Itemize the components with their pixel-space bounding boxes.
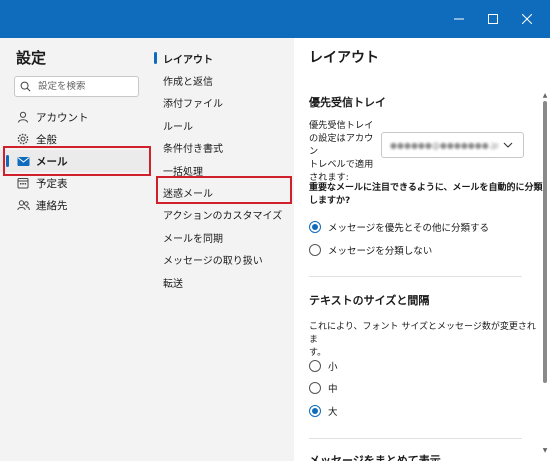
- search-icon: [20, 79, 36, 95]
- nav-item-label: 全般: [36, 133, 57, 146]
- radio-button[interactable]: [309, 244, 321, 256]
- radio-size-medium[interactable]: 中: [309, 380, 338, 396]
- maximize-icon: [488, 14, 498, 24]
- menu-item-sweep[interactable]: 一括処理: [150, 159, 294, 181]
- menu-item-attachments[interactable]: 添付ファイル: [150, 92, 294, 114]
- gear-icon: [16, 132, 30, 146]
- minimize-icon: [454, 18, 464, 20]
- question-line: 重要なメールに注目できるように、メールを自動的に分類: [309, 183, 543, 193]
- menu-item-junk-email[interactable]: 迷惑メール: [150, 181, 294, 203]
- person-icon: [16, 110, 30, 124]
- menu-item-message-handling[interactable]: メッセージの取り扱い: [150, 249, 294, 271]
- description-line: す。: [309, 348, 327, 358]
- account-label-line: トレベルで適用: [309, 159, 374, 170]
- account-value: ●●●●●●@●●●●●●●.jp: [390, 140, 498, 150]
- account-dropdown[interactable]: ●●●●●●@●●●●●●●.jp: [381, 132, 524, 158]
- mail-icon: [16, 154, 30, 168]
- nav-item-label: メール: [36, 155, 68, 168]
- title-bar: [0, 0, 550, 38]
- account-label-line: の設定はアカウン: [309, 133, 374, 157]
- nav-item-contacts[interactable]: 連絡先: [0, 194, 150, 216]
- people-icon: [16, 198, 30, 212]
- menu-item-compose-reply[interactable]: 作成と返信: [150, 69, 294, 91]
- maximize-button[interactable]: [476, 0, 510, 38]
- search-input[interactable]: [36, 81, 133, 92]
- nav-item-label: 予定表: [36, 177, 68, 190]
- radio-button[interactable]: [309, 382, 321, 394]
- radio-size-large[interactable]: 大: [309, 403, 338, 419]
- radio-button-checked[interactable]: [309, 405, 321, 417]
- nav-item-calendar[interactable]: 予定表: [0, 172, 150, 194]
- pane-scrollbar[interactable]: ▲ ▼: [541, 93, 549, 454]
- scroll-down-icon[interactable]: ▼: [541, 448, 549, 454]
- section-divider: [309, 438, 522, 439]
- text-size-title: テキストのサイズと間隔: [309, 294, 430, 307]
- minimize-button[interactable]: [442, 0, 476, 38]
- nav-item-mail[interactable]: メール: [0, 150, 150, 172]
- radio-size-small[interactable]: 小: [309, 358, 338, 374]
- mail-settings-menu: レイアウト 作成と返信 添付ファイル ルール 条件付き書式 一括処理 迷惑メール…: [150, 38, 294, 461]
- layout-settings-pane: レイアウト ▲ ▼ 優先受信トレイ 優先受信トレイ の設定はアカウン トレベルで…: [294, 38, 550, 461]
- scroll-up-icon[interactable]: ▲: [541, 93, 549, 99]
- account-label-line: 優先受信トレイ: [309, 120, 374, 131]
- account-setting-label: 優先受信トレイ の設定はアカウン トレベルで適用 されます:: [309, 119, 379, 184]
- calendar-icon: [16, 176, 30, 190]
- focused-inbox-title: 優先受信トレイ: [309, 96, 386, 109]
- settings-title: 設定: [16, 49, 47, 67]
- nav-item-label: アカウント: [36, 111, 89, 124]
- radio-do-not-sort[interactable]: メッセージを分類しない: [309, 242, 432, 258]
- settings-sidebar: 設定 アカウント 全般 メール 予定: [0, 38, 150, 461]
- description-line: これにより、フォント サイズとメッセージ数が変更されま: [309, 322, 536, 345]
- nav-item-general[interactable]: 全般: [0, 128, 150, 150]
- pane-title: レイアウト: [309, 50, 379, 66]
- radio-button-checked[interactable]: [309, 221, 321, 233]
- nav-item-label: 連絡先: [36, 199, 68, 212]
- menu-item-conditional-formatting[interactable]: 条件付き書式: [150, 137, 294, 159]
- menu-item-forwarding[interactable]: 転送: [150, 271, 294, 293]
- close-icon: [522, 14, 532, 24]
- radio-label: メッセージを分類しない: [328, 246, 433, 257]
- close-button[interactable]: [510, 0, 544, 38]
- focused-inbox-question: 重要なメールに注目できるように、メールを自動的に分類 しますか?: [309, 182, 544, 208]
- settings-search[interactable]: [14, 76, 139, 97]
- menu-item-customize-actions[interactable]: アクションのカスタマイズ: [150, 204, 294, 226]
- text-size-description: これにより、フォント サイズとメッセージ数が変更されま す。: [309, 321, 544, 360]
- radio-label: 大: [328, 407, 338, 418]
- nav-item-account[interactable]: アカウント: [0, 106, 150, 128]
- menu-item-sync-email[interactable]: メールを同期: [150, 226, 294, 248]
- radio-label: 小: [328, 362, 338, 373]
- conversation-view-title: メッセージをまとめて表示: [309, 454, 441, 461]
- mail-menu-list: レイアウト 作成と返信 添付ファイル ルール 条件付き書式 一括処理 迷惑メール…: [150, 47, 294, 293]
- menu-item-layout[interactable]: レイアウト: [150, 47, 294, 69]
- chevron-down-icon: [501, 138, 515, 152]
- radio-button[interactable]: [309, 360, 321, 372]
- radio-sort-focused-other[interactable]: メッセージを優先とその他に分類する: [309, 219, 489, 235]
- radio-label: メッセージを優先とその他に分類する: [328, 223, 490, 234]
- section-divider: [309, 276, 522, 277]
- radio-label: 中: [328, 384, 338, 395]
- menu-item-rules[interactable]: ルール: [150, 114, 294, 136]
- settings-nav: アカウント 全般 メール 予定表 連絡先: [0, 106, 150, 216]
- question-line: しますか?: [309, 196, 351, 206]
